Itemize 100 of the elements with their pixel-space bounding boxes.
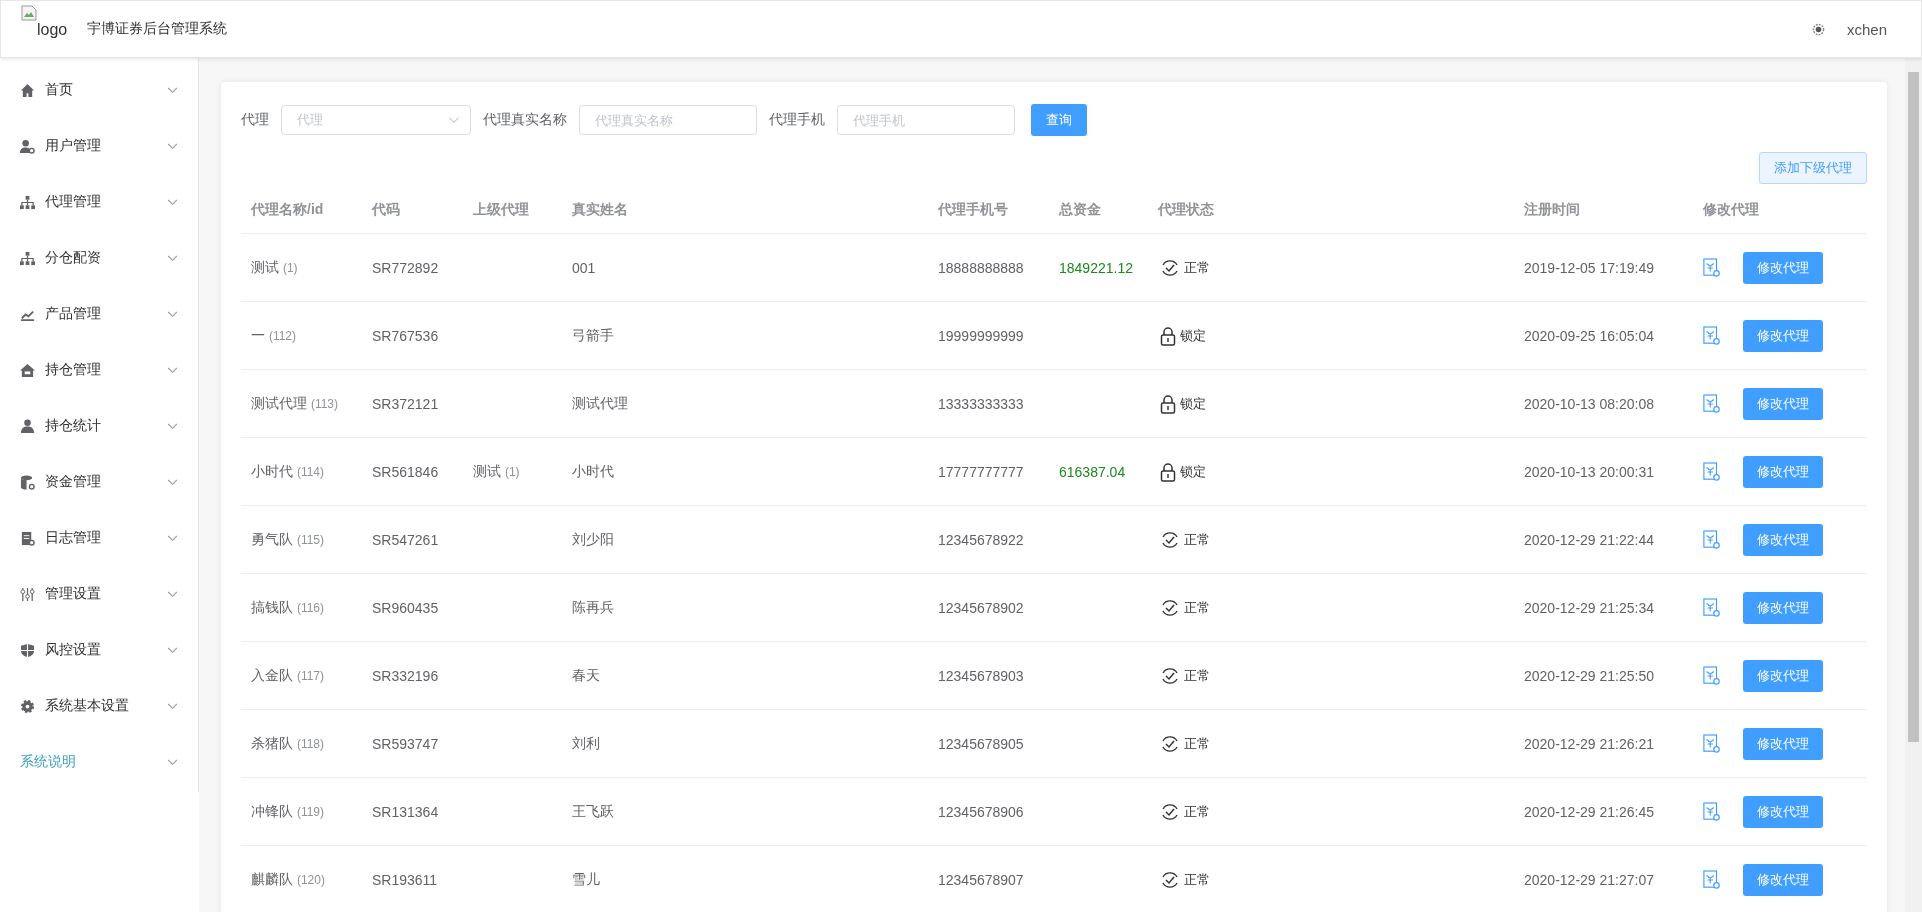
edit-settings-icon[interactable] (1703, 257, 1721, 278)
table-cell-text: SR131364 (371, 803, 439, 820)
chevron-down-icon (448, 116, 460, 124)
sidebar-item[interactable]: 风控设置 (0, 622, 198, 678)
table-cell-text: 麒麟队 (120) (250, 870, 325, 889)
table-cell-text: 2020-12-29 21:22:44 (1523, 531, 1654, 548)
app-title: 宇博证券后台管理系统 (87, 20, 228, 38)
add-sub-agent-button[interactable]: 添加下级代理 (1759, 152, 1867, 184)
table-cell-text: 2020-12-29 21:25:50 (1523, 667, 1654, 684)
table-cell-text: 2020-12-29 21:25:34 (1523, 599, 1654, 616)
settings-icon[interactable] (1811, 22, 1825, 36)
filter-label: 代理 (241, 111, 269, 129)
chevron-down-icon (167, 142, 178, 150)
status-text: 锁定 (1180, 462, 1206, 481)
table-cell-text: 测试代理 (571, 394, 628, 413)
table-cell-text: 搞钱队 (116) (250, 598, 324, 617)
edit-agent-button[interactable]: 修改代理 (1743, 795, 1823, 828)
sidebar-item[interactable]: 代理管理 (0, 174, 198, 230)
table-cell-text: 12345678905 (937, 735, 1024, 752)
edit-settings-icon[interactable] (1703, 529, 1721, 550)
table-cell-text: 616387.04 (1058, 463, 1126, 480)
sidebar-item[interactable]: 管理设置 (0, 566, 198, 622)
agent-select[interactable]: 代理 (281, 105, 471, 135)
table-cell-text: SR561846 (371, 463, 439, 480)
sidebar-item[interactable]: 资金管理 (0, 454, 198, 510)
sidebar-item[interactable]: 系统基本设置 (0, 678, 198, 734)
edit-agent-button[interactable]: 修改代理 (1743, 387, 1823, 420)
edit-settings-icon[interactable] (1703, 733, 1721, 754)
edit-agent-button[interactable]: 修改代理 (1743, 591, 1823, 624)
edit-agent-button[interactable]: 修改代理 (1743, 455, 1823, 488)
column-header: 上级代理 (472, 200, 529, 219)
status-text: 正常 (1184, 530, 1210, 549)
edit-settings-icon[interactable] (1703, 801, 1721, 822)
table-cell-text: 12345678922 (937, 531, 1024, 548)
real-name-field[interactable]: 代理真实名称 (579, 105, 757, 135)
table-cell-text: 12345678903 (937, 667, 1024, 684)
chevron-down-icon (167, 198, 178, 206)
edit-agent-button[interactable]: 修改代理 (1743, 523, 1823, 556)
sidebar-item[interactable]: 分仓配资 (0, 230, 198, 286)
table-cell-text: 冲锋队 (119) (250, 802, 324, 821)
sidebar-item[interactable]: 系统说明 (0, 734, 198, 790)
sidebar-item[interactable]: 首页 (0, 62, 198, 118)
edit-agent-button[interactable]: 修改代理 (1743, 659, 1823, 692)
table-cell-text: 小时代 (571, 462, 614, 481)
document-icon (20, 530, 35, 546)
table-cell-text: 2020-12-29 21:27:07 (1523, 871, 1654, 888)
edit-agent-button[interactable]: 修改代理 (1743, 863, 1823, 896)
phone-field[interactable]: 代理手机 (837, 105, 1015, 135)
column-header: 代理手机号 (936, 200, 1008, 219)
sidebar-item[interactable]: 持仓统计 (0, 398, 198, 454)
edit-agent-button[interactable]: 修改代理 (1743, 319, 1823, 352)
edit-settings-icon[interactable] (1703, 869, 1721, 890)
edit-settings-icon[interactable] (1703, 597, 1721, 618)
column-header: 注册时间 (1523, 200, 1580, 219)
table-cell-text: SR772892 (371, 259, 439, 276)
table-cell-text: 2020-10-13 08:20:08 (1523, 395, 1654, 412)
house-icon (20, 362, 35, 378)
table-cell-text: 18888888888 (937, 259, 1024, 276)
edit-settings-icon[interactable] (1703, 393, 1721, 414)
table-cell-text: 2020-10-13 20:00:31 (1523, 463, 1654, 480)
edit-settings-icon[interactable] (1703, 325, 1721, 346)
chevron-down-icon (167, 422, 178, 430)
table-cell-text: SR767536 (371, 327, 439, 344)
column-header: 代理名称/id (249, 200, 324, 219)
database-icon (20, 474, 35, 490)
table-cell-text: SR332196 (371, 667, 439, 684)
chevron-down-icon (167, 478, 178, 486)
scrollbar[interactable] (1905, 58, 1922, 912)
table-cell-text: 刘利 (571, 734, 600, 753)
status-text: 正常 (1184, 734, 1210, 753)
logo-alt-text: logo (36, 21, 68, 39)
table-cell-text: 2020-12-29 21:26:21 (1523, 735, 1654, 752)
shield-icon (20, 642, 35, 658)
chevron-down-icon (167, 254, 178, 262)
edit-settings-icon[interactable] (1703, 665, 1721, 686)
chevron-down-icon (167, 646, 178, 654)
search-button[interactable]: 查询 (1031, 104, 1087, 136)
sidebar-item[interactable]: 持仓管理 (0, 342, 198, 398)
table-cell-text: SR372121 (371, 395, 439, 412)
sidebar-item[interactable]: 日志管理 (0, 510, 198, 566)
edit-settings-icon[interactable] (1703, 461, 1721, 482)
sidebar-item[interactable]: 产品管理 (0, 286, 198, 342)
edit-agent-button[interactable]: 修改代理 (1743, 251, 1823, 284)
table-cell-text: 入金队 (117) (250, 666, 324, 685)
column-header: 真实姓名 (571, 200, 628, 219)
sidebar-item[interactable]: 用户管理 (0, 118, 198, 174)
chevron-down-icon (167, 758, 178, 766)
user-gear-icon (20, 138, 35, 154)
table-cell-text: 王飞跃 (571, 802, 614, 821)
table-cell-text: SR960435 (371, 599, 439, 616)
table-cell-text: 测试 (1) (250, 258, 298, 277)
table-cell-text: 测试 (1) (472, 462, 520, 481)
table-cell-text: 陈再兵 (571, 598, 614, 617)
table-cell-text: SR193611 (371, 871, 438, 888)
home-icon (20, 82, 35, 98)
username-link[interactable]: xchen (1846, 20, 1887, 38)
edit-agent-button[interactable]: 修改代理 (1743, 727, 1823, 760)
table-cell-text: 弓箭手 (571, 326, 614, 345)
table-cell-text: 刘少阳 (571, 530, 614, 549)
status-text: 正常 (1184, 870, 1210, 889)
